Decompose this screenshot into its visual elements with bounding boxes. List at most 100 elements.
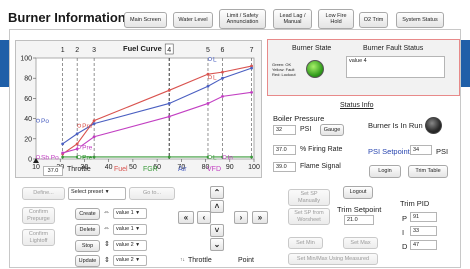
o2-trim-button[interactable]: O2 Trim [359,12,388,28]
goto-button[interactable]: Go to... [129,187,175,200]
system-status-button[interactable]: System Status [396,12,444,28]
curve-title: Fuel Curve [123,44,162,53]
point-number-label: 6 [221,47,225,54]
marker-dot [36,155,40,159]
marker-label: Pre [82,144,93,151]
firing-rate-label: % Firing Rate [300,146,343,153]
series-point-air [221,76,224,80]
page-title: Burner Information [8,10,126,25]
y-tick-label: 0 [28,157,32,164]
point-number-label: 5 [206,47,210,54]
trim-setpoint-label: Trim Setpoint [337,205,382,214]
pressure-psi-label: PSI [300,126,312,133]
down-arrow-icon[interactable]: ˅ [210,224,224,237]
fault-status-title: Burner Fault Status [363,45,424,52]
pid-d-field[interactable]: 47 [410,240,437,250]
series-point-air [75,132,79,136]
right-arrow-icon[interactable]: › [234,211,248,224]
set-max-button[interactable]: Set Max [343,237,378,249]
select-preset-dropdown[interactable]: Select preset ▼ [68,187,126,200]
in-run-indicator [425,117,442,134]
pressure-field: 32 [273,125,296,135]
fault-status-field: value 4 [346,56,445,78]
set-sp-worksheet-button[interactable]: Set SP from Worsheet [288,208,330,225]
series-point-fgr [250,155,253,159]
x-tick-label: 100 [248,164,260,171]
swap-horizontal-icon: ⇔ [103,225,110,232]
psi-setpoint-field[interactable]: 34 [410,145,432,155]
marker-label: Pre [82,154,93,161]
lead-lag-button[interactable]: Lead Lag / Manual [273,9,312,29]
confirm-lightoff-button[interactable]: Confirm Lightoff [22,229,55,246]
point-number-label: 4 [167,47,171,54]
limit-safety-button[interactable]: Limit / Safety Annunciation [219,9,266,29]
chevron-down-icon: ▼ [133,257,141,263]
series-point-fuel [206,72,210,76]
left-arrow-icon[interactable]: ‹ [197,211,211,224]
pid-p-field[interactable]: 91 [410,212,437,222]
throttle-value-field[interactable]: 37.0 [43,166,63,176]
series-point-air [92,122,96,126]
point-number-label: 3 [92,47,96,54]
double-up-arrow-icon[interactable]: ⌃ [210,186,224,199]
series-point-fuel [92,119,96,123]
series-point-fgr [61,155,65,159]
trim-pid-title: Trim PID [400,199,430,208]
y-tick-label: 60 [24,96,32,103]
series-point-fuel [167,88,171,92]
series-point-vfd [92,135,96,139]
set-minmax-measured-button[interactable]: Set Min/Max Using Measured [288,253,378,265]
set-min-button[interactable]: Set Min [288,237,323,249]
update-button[interactable]: Update [75,255,100,267]
y-tick-label: 80 [24,76,32,83]
pid-i-field[interactable]: 33 [410,226,437,236]
double-right-arrow-icon[interactable]: » [252,211,268,224]
marker-label: In [228,154,234,161]
chevron-down-icon: ▼ [133,242,141,248]
chevron-down-icon: ▼ [133,226,141,232]
water-level-button[interactable]: Water Level [173,12,213,28]
legend-vfd: VFD [207,166,221,173]
series-point-fgr [167,155,171,159]
login-button[interactable]: Login [369,165,401,178]
pid-p-label: P [402,214,408,223]
chevron-down-icon: ▼ [104,189,110,195]
trim-setpoint-field[interactable]: 21.0 [344,215,374,225]
confirm-prepurge-button[interactable]: Confirm Prepurge [22,207,55,224]
legend-air: Air [178,166,187,173]
marker-dot [208,75,212,80]
burner-in-run-label: Burner Is In Run [368,121,423,130]
double-down-arrow-icon[interactable]: ⌄ [210,238,224,251]
value-select-2[interactable]: value 1 ▼ [113,224,147,235]
status-info-title: Status Info [340,102,374,109]
point-number-label: 1 [61,47,65,54]
series-point-vfd [167,115,171,118]
swap-vertical-icon: ⇕ [104,241,110,248]
x-tick-label: 50 [129,164,137,171]
delete-button[interactable]: Delete [75,224,100,236]
set-sp-manually-button[interactable]: Set SP Manually [288,189,330,206]
y-tick-label: 40 [24,116,32,123]
double-left-arrow-icon[interactable]: « [178,211,194,224]
value-select-4[interactable]: value 2 ▼ [113,255,147,266]
stop-button[interactable]: Stop [75,240,100,252]
low-fire-hold-button[interactable]: Low Fire Hold [318,9,354,29]
up-arrow-icon[interactable]: ˄ [210,200,224,213]
define-button[interactable]: Define... [22,187,65,200]
series-point-fuel [75,142,79,146]
marker-label: Pre [82,123,93,130]
psi-setpoint-label: PSI Setpoint [368,147,410,156]
main-screen-button[interactable]: Main Screen [124,12,167,28]
marker-dot [77,155,82,159]
gauge-button[interactable]: Gauge [320,124,344,136]
series-point-vfd [61,151,65,155]
marker-label: L [213,154,217,161]
legend-fgr: FGR [143,166,158,173]
value-select-1[interactable]: value 1 ▼ [113,208,147,219]
marker-dot [208,57,212,61]
create-button[interactable]: Create [75,208,100,220]
trim-table-button[interactable]: Trim Table [408,165,448,178]
value-select-3[interactable]: value 2 ▼ [113,240,147,251]
logout-button[interactable]: Logout [343,186,373,199]
point-number-label: 2 [75,47,79,54]
